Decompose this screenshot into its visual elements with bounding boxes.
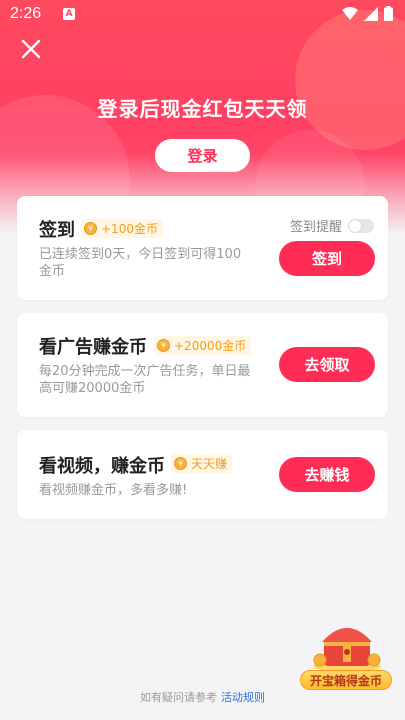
video-task-reward-text: 天天赚 (191, 457, 228, 471)
video-task-reward-badge: ¥ 天天赚 (171, 454, 233, 473)
reminder-label: 签到提醒 (289, 220, 342, 235)
wifi-icon (342, 6, 358, 20)
ad-task-title: 看广告赚金币 (39, 337, 147, 358)
checkin-reward-text: +100金币 (101, 222, 158, 236)
checkin-desc-line2: 金币 (39, 264, 66, 279)
ad-task-desc-line1: 每20分钟完成一次广告任务，单日最 (39, 364, 251, 379)
checkin-title: 签到 (39, 220, 75, 241)
checkin-desc: 已连续签到0天，今日签到可得100 金币 (39, 246, 241, 280)
status-icons (342, 6, 393, 21)
page-title: 登录后现金红包天天领 (97, 97, 308, 121)
status-bar: 2:26 A (0, 0, 405, 28)
login-button[interactable]: 登录 (155, 139, 250, 172)
footer-text: 如有疑问请参考 (140, 691, 217, 704)
ad-task-reward-text: +20000金币 (174, 339, 247, 353)
video-task-title: 看视频，赚金币 (39, 456, 165, 477)
video-task-button[interactable]: 去赚钱 (279, 457, 375, 492)
treasure-chest-icon (313, 628, 381, 672)
ad-task-desc: 每20分钟完成一次广告任务，单日最 高可赚20000金币 (39, 363, 251, 397)
checkin-button[interactable]: 签到 (279, 241, 375, 276)
rules-link[interactable]: 活动规则 (221, 691, 265, 704)
close-icon[interactable] (20, 38, 42, 60)
coin-icon: ¥ (84, 222, 97, 235)
treasure-chest-button[interactable]: 开宝箱得金币 (300, 620, 392, 695)
checkin-reward-badge: ¥ +100金币 (81, 219, 163, 238)
notification-badge: A (63, 8, 76, 20)
treasure-label: 开宝箱得金币 (300, 670, 392, 690)
coin-icon: ¥ (157, 339, 170, 352)
ad-task-card: 看广告赚金币 ¥ +20000金币 每20分钟完成一次广告任务，单日最 高可赚2… (17, 313, 388, 417)
ad-task-desc-line2: 高可赚20000金币 (39, 381, 146, 396)
ad-task-reward-badge: ¥ +20000金币 (154, 336, 252, 355)
signal-icon (364, 6, 378, 21)
footer: 如有疑问请参考 活动规则 (0, 689, 405, 705)
ad-task-button[interactable]: 去领取 (279, 347, 375, 382)
checkin-desc-line1: 已连续签到0天，今日签到可得100 (39, 247, 242, 262)
video-task-card: 看视频，赚金币 ¥ 天天赚 看视频赚金币，多看多赚! 去赚钱 (17, 430, 388, 519)
reminder-toggle[interactable] (348, 218, 374, 233)
coin-icon: ¥ (174, 457, 187, 470)
checkin-card: 签到 ¥ +100金币 签到提醒 已连续签到0天，今日签到可得100 金币 签到 (17, 196, 388, 300)
status-time: 2:26 (10, 5, 42, 22)
battery-icon (384, 6, 393, 21)
video-task-desc: 看视频赚金币，多看多赚! (39, 483, 188, 498)
checkin-reminder[interactable]: 签到提醒 (290, 216, 374, 235)
